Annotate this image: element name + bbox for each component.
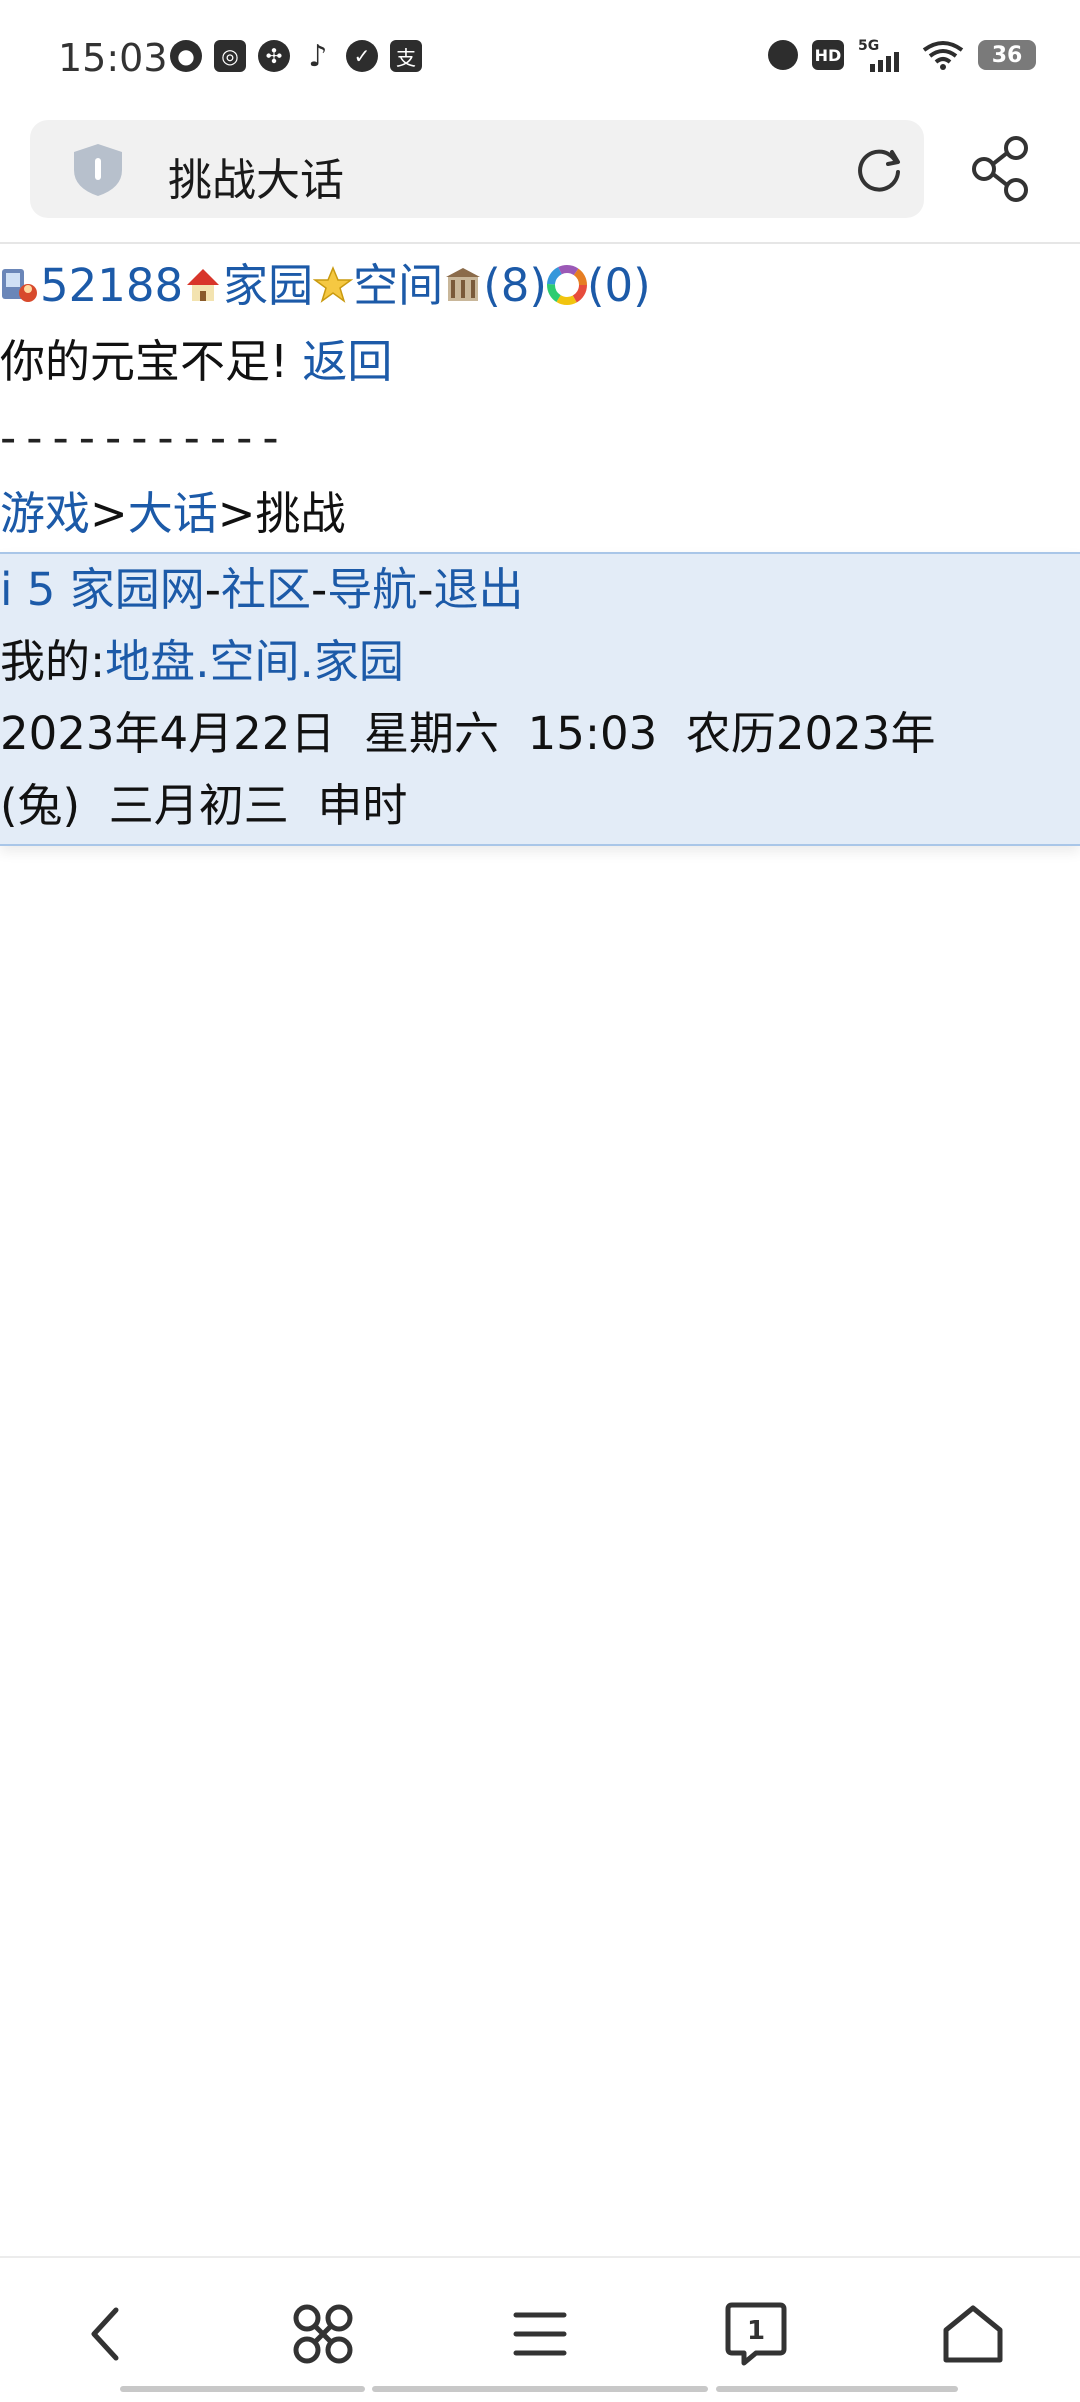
- command-icon: [293, 2304, 353, 2364]
- bottom-navigation: 1: [0, 2256, 1080, 2402]
- fire-icon: ●: [170, 40, 202, 72]
- breadcrumb: 游戏>大话>挑战: [0, 476, 1080, 552]
- battery-icon: 36: [978, 40, 1036, 70]
- land-link[interactable]: 地盘: [105, 635, 195, 688]
- search-text[interactable]: 挑战大话: [168, 144, 344, 208]
- menu-icon: [513, 2312, 567, 2356]
- app-icon: ◎: [214, 40, 246, 72]
- status-time: 15:03: [58, 36, 168, 80]
- site-footer: i 5 家园网-社区-导航-退出 我的:地盘.空间.家园 2023年4月22日 …: [0, 552, 1080, 846]
- datetime-line-1: 2023年4月22日 星期六 15:03 农历2023年: [0, 707, 936, 760]
- footer-dash: -: [311, 563, 328, 616]
- footer-space-link[interactable]: 空间: [210, 635, 300, 688]
- navigation-link[interactable]: 导航: [327, 563, 417, 616]
- shield-check-icon: ✓: [346, 40, 378, 72]
- gesture-bar-segment: [372, 2386, 708, 2392]
- tabs-icon: 1: [725, 2302, 787, 2366]
- datetime-line-2: (兔) 三月初三 申时: [0, 779, 408, 832]
- gesture-bar-segment: [120, 2386, 365, 2392]
- breadcrumb-games-link[interactable]: 游戏: [0, 487, 90, 540]
- site-home-link[interactable]: i 5 家园网: [0, 563, 205, 616]
- home-icon: [943, 2305, 1003, 2363]
- community-link[interactable]: 社区: [221, 563, 311, 616]
- tab-count: 1: [747, 2316, 765, 2346]
- reload-icon[interactable]: [852, 142, 906, 196]
- footer-home-link[interactable]: 家园: [314, 635, 404, 688]
- house-icon: [187, 269, 220, 301]
- apps-button[interactable]: [283, 2294, 363, 2374]
- insufficient-message: 你的元宝不足!: [0, 335, 289, 388]
- breadcrumb-separator: >: [90, 487, 128, 540]
- footer-dash: -: [417, 563, 434, 616]
- home-button[interactable]: [933, 2294, 1013, 2374]
- alipay-icon: 支: [390, 40, 422, 72]
- hd-icon: HD: [812, 40, 844, 70]
- chevron-left-icon: [91, 2307, 119, 2361]
- toolbar-divider: [0, 242, 1080, 244]
- menu-button[interactable]: [500, 2294, 580, 2374]
- footer-dash: -: [204, 563, 221, 616]
- count-a-link[interactable]: (8): [483, 259, 547, 312]
- breadcrumb-separator: >: [217, 487, 256, 540]
- wifi-icon: [922, 41, 964, 70]
- count-b-link[interactable]: (0): [587, 259, 651, 312]
- mine-label: 我的:: [0, 635, 106, 688]
- address-bar[interactable]: 挑战大话: [30, 120, 924, 218]
- back-link[interactable]: 返回: [302, 335, 392, 388]
- tabs-button[interactable]: 1: [716, 2294, 796, 2374]
- notification-icons: ● ◎ ✣ ♪ ✓ 支: [170, 38, 422, 74]
- gesture-bar-segment: [716, 2386, 958, 2392]
- space-link[interactable]: 空间: [353, 259, 443, 312]
- separator-line: -----------: [0, 411, 289, 464]
- page-content: 52188 家园 空间 (8) (0) 你的元宝不足! 返回 ---------…: [0, 248, 1080, 552]
- breadcrumb-current: 挑战: [255, 487, 346, 540]
- logout-link[interactable]: 退出: [434, 563, 524, 616]
- user-info-row: 52188 家园 空间 (8) (0): [0, 248, 1080, 324]
- footer-dot: .: [195, 635, 210, 688]
- share-icon[interactable]: [970, 136, 1032, 202]
- star-icon: [313, 266, 354, 303]
- message-row: 你的元宝不足! 返回: [0, 324, 1080, 400]
- breadcrumb-dahua-link[interactable]: 大话: [128, 487, 218, 540]
- system-icons: HD 5G 36: [768, 38, 1036, 72]
- phone-user-icon: [2, 269, 37, 302]
- back-button[interactable]: [66, 2294, 146, 2374]
- footer-dot: .: [299, 635, 314, 688]
- home-link[interactable]: 家园: [223, 259, 313, 312]
- footer-mine-row: 我的:地盘.空间.家园: [0, 626, 1080, 698]
- tiktok-icon: ♪: [308, 38, 328, 74]
- signal-icon: 5G: [858, 38, 908, 72]
- user-id-link[interactable]: 52188: [40, 259, 183, 312]
- color-wheel-icon: [546, 265, 587, 305]
- fan-icon: ✣: [258, 40, 290, 72]
- shield-icon[interactable]: [70, 142, 126, 198]
- footer-nav-row: i 5 家园网-社区-导航-退出: [0, 554, 1080, 626]
- alarm-icon: [768, 40, 798, 70]
- building-icon: [446, 268, 481, 301]
- status-bar: 15:03 ● ◎ ✣ ♪ ✓ 支 HD 5G 36: [0, 0, 1080, 118]
